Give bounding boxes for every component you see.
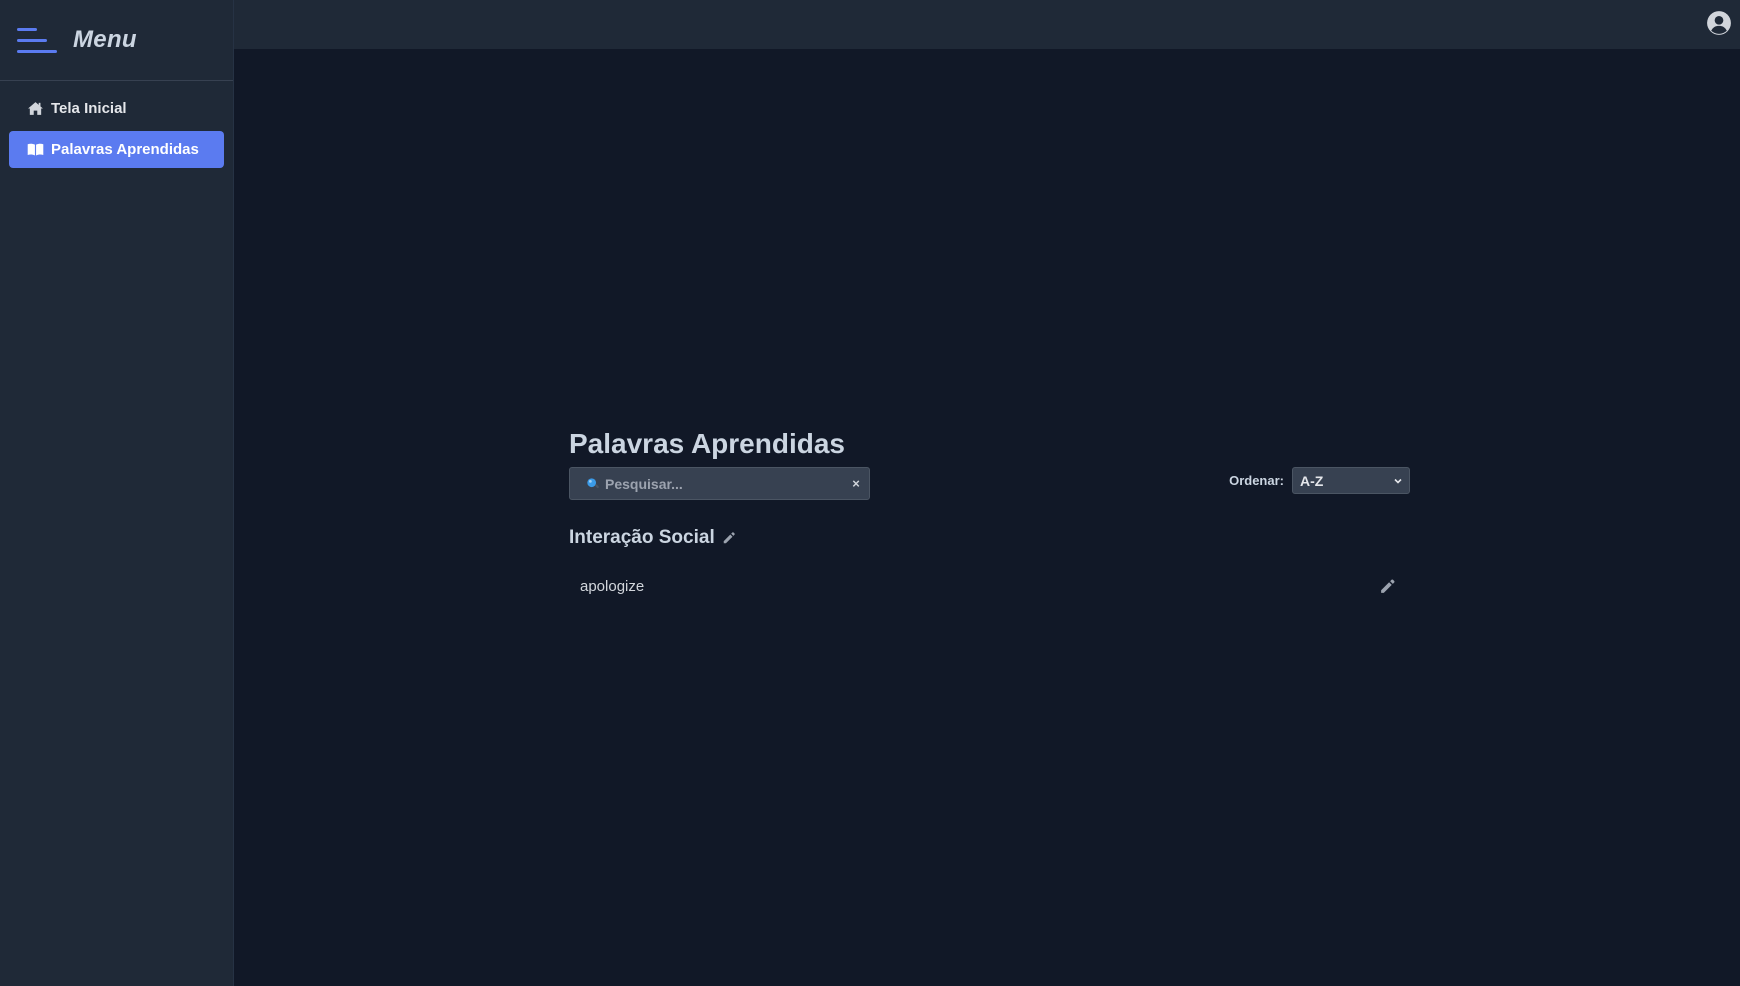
sidebar-nav: Tela Inicial Palavras Aprendidas <box>0 81 233 168</box>
page-title: Palavras Aprendidas <box>569 428 845 459</box>
sidebar-header: Menu <box>0 0 233 81</box>
main-content: Palavras Aprendidas × Ordenar: A-Z <box>569 424 1410 601</box>
hamburger-menu-icon[interactable] <box>17 23 57 57</box>
sort-selected-value: A-Z <box>1300 472 1324 489</box>
toolbar: × Ordenar: A-Z <box>569 467 1410 507</box>
sidebar-item-tela-inicial[interactable]: Tela Inicial <box>9 90 224 127</box>
menu-title: Menu <box>73 26 137 53</box>
search-box: × <box>569 467 870 500</box>
sidebar-item-label: Tela Inicial <box>51 100 127 117</box>
top-bar <box>0 0 1740 49</box>
sort-control: Ordenar: A-Z <box>1229 467 1410 494</box>
sidebar-item-palavras-aprendidas[interactable]: Palavras Aprendidas <box>9 131 224 168</box>
sidebar-item-label: Palavras Aprendidas <box>51 141 199 158</box>
search-input[interactable] <box>605 475 845 492</box>
edit-word-pencil-icon[interactable] <box>1379 578 1396 595</box>
clear-search-button[interactable]: × <box>845 476 867 491</box>
word-text: apologize <box>580 577 645 595</box>
list-item: apologize <box>569 571 1410 601</box>
home-icon <box>28 102 43 115</box>
sort-select[interactable]: A-Z <box>1292 467 1410 494</box>
category-heading: Interação Social <box>569 523 1410 553</box>
app-root: Menu Tela Inicial Palavras Aprendidas Pa… <box>0 0 1740 986</box>
sidebar: Menu Tela Inicial Palavras Aprendidas <box>0 0 234 986</box>
book-icon <box>27 143 44 156</box>
category-name: Interação Social <box>569 527 715 548</box>
chevron-down-icon <box>1394 478 1402 484</box>
user-profile-icon[interactable] <box>1706 10 1732 36</box>
search-icon <box>587 477 599 488</box>
edit-category-pencil-icon[interactable] <box>722 531 736 545</box>
sort-label: Ordenar: <box>1229 473 1284 488</box>
